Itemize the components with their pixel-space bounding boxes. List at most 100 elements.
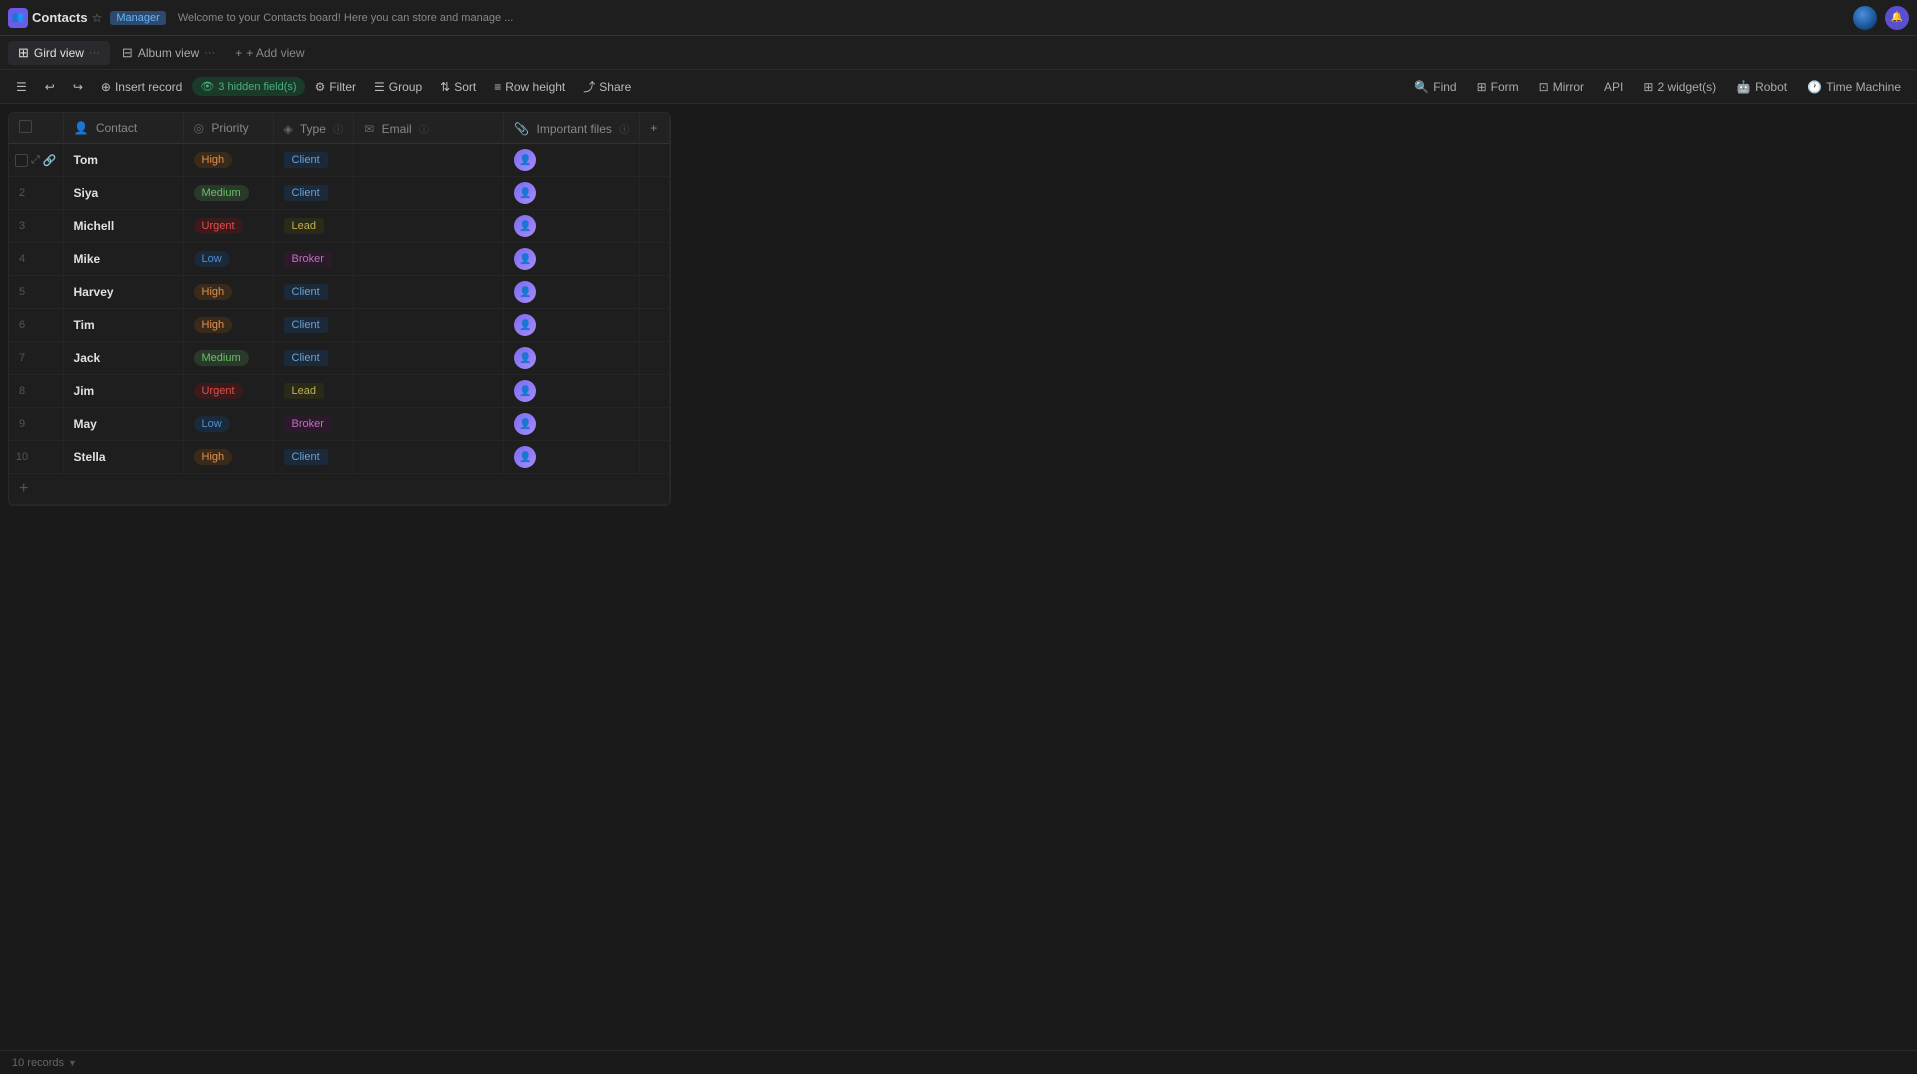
add-view-button[interactable]: + + Add view	[227, 42, 312, 64]
tab-grid-view[interactable]: ⊞ Gird view ···	[8, 41, 110, 65]
tab-album-view[interactable]: ⊟ Album view ···	[112, 41, 225, 65]
sort-button[interactable]: ⇅ Sort	[432, 77, 484, 97]
priority-cell[interactable]: Medium	[183, 342, 273, 375]
files-cell[interactable]: 👤	[504, 375, 640, 408]
files-cell[interactable]: 👤	[504, 309, 640, 342]
widgets-button[interactable]: ⊞ 2 widget(s)	[1635, 77, 1724, 97]
row-expand-icon[interactable]: ⤢	[31, 154, 40, 167]
files-cell[interactable]: 👤	[504, 276, 640, 309]
email-cell[interactable]	[354, 309, 504, 342]
contact-col-label: Contact	[96, 121, 137, 135]
row-height-button[interactable]: ≡ Row height	[486, 77, 573, 97]
type-cell[interactable]: Broker	[273, 408, 354, 441]
email-cell[interactable]	[354, 276, 504, 309]
contact-name-cell[interactable]: Mike	[63, 243, 183, 276]
priority-badge: High	[194, 317, 233, 333]
contact-name-cell[interactable]: Tom	[63, 144, 183, 177]
tab-grid-more[interactable]: ···	[89, 47, 100, 59]
row-checkbox[interactable]	[15, 154, 28, 167]
add-col-icon[interactable]: +	[650, 121, 657, 135]
priority-cell[interactable]: Medium	[183, 177, 273, 210]
priority-cell[interactable]: Low	[183, 408, 273, 441]
insert-record-button[interactable]: ⊕ Insert record	[93, 77, 190, 97]
priority-cell[interactable]: High	[183, 441, 273, 474]
header-type: ◈ Type ⓘ	[273, 113, 354, 144]
email-cell[interactable]	[354, 441, 504, 474]
file-avatar: 👤	[514, 215, 536, 237]
contact-name-cell[interactable]: Michell	[63, 210, 183, 243]
type-cell[interactable]: Client	[273, 144, 354, 177]
priority-cell[interactable]: Urgent	[183, 375, 273, 408]
type-cell[interactable]: Client	[273, 342, 354, 375]
email-cell[interactable]	[354, 408, 504, 441]
priority-cell[interactable]: High	[183, 309, 273, 342]
files-cell[interactable]: 👤	[504, 243, 640, 276]
mirror-button[interactable]: ⊡ Mirror	[1531, 77, 1592, 97]
robot-button[interactable]: 🤖 Robot	[1728, 77, 1795, 97]
email-cell[interactable]	[354, 177, 504, 210]
email-cell[interactable]	[354, 144, 504, 177]
table-row: 8 JimUrgentLead👤	[9, 375, 670, 408]
priority-col-label: Priority	[211, 121, 248, 135]
email-cell[interactable]	[354, 375, 504, 408]
contact-name-cell[interactable]: Jim	[63, 375, 183, 408]
files-cell[interactable]: 👤	[504, 342, 640, 375]
files-cell[interactable]: 👤	[504, 441, 640, 474]
contact-name-cell[interactable]: May	[63, 408, 183, 441]
contact-name-cell[interactable]: Siya	[63, 177, 183, 210]
email-cell[interactable]	[354, 210, 504, 243]
type-cell[interactable]: Client	[273, 276, 354, 309]
priority-cell[interactable]: High	[183, 276, 273, 309]
contact-name-cell[interactable]: Jack	[63, 342, 183, 375]
type-cell[interactable]: Client	[273, 309, 354, 342]
filter-button[interactable]: ⚙ Filter	[307, 77, 364, 97]
table-row: 2 Siya MediumClient 👤	[9, 177, 670, 210]
files-cell[interactable]: 👤	[504, 408, 640, 441]
type-cell[interactable]: Client	[273, 441, 354, 474]
files-cell[interactable]: 👤	[504, 210, 640, 243]
empty-col-cell	[640, 375, 670, 408]
add-record-button[interactable]: +	[9, 474, 670, 505]
priority-badge: High	[194, 152, 233, 168]
row-number: 5	[15, 286, 29, 298]
app-title: Contacts	[32, 10, 88, 25]
files-cell[interactable]: 👤	[504, 177, 640, 210]
contact-name-cell[interactable]: Tim	[63, 309, 183, 342]
redo-button[interactable]: ↪	[65, 77, 91, 97]
type-cell[interactable]: Broker	[273, 243, 354, 276]
undo-button[interactable]: ↩	[37, 77, 63, 97]
priority-cell[interactable]: Urgent	[183, 210, 273, 243]
group-button[interactable]: ☰ Group	[366, 77, 430, 97]
records-count[interactable]: 10 records ▼	[12, 1057, 77, 1069]
row-link-icon[interactable]: 🔗	[43, 154, 57, 167]
header-checkbox[interactable]	[19, 120, 32, 133]
type-badge: Broker	[284, 416, 332, 432]
contact-name: Siya	[74, 186, 99, 200]
user-avatar[interactable]: 🔔	[1885, 6, 1909, 30]
contact-name-cell[interactable]: Stella	[63, 441, 183, 474]
email-cell[interactable]	[354, 243, 504, 276]
globe-icon[interactable]	[1853, 6, 1877, 30]
type-cell[interactable]: Client	[273, 177, 354, 210]
clock-icon: 🕐	[1807, 80, 1822, 94]
time-machine-button[interactable]: 🕐 Time Machine	[1799, 77, 1909, 97]
nav-back-button[interactable]: ☰	[8, 77, 35, 97]
contact-name-cell[interactable]: Harvey	[63, 276, 183, 309]
form-button[interactable]: ⊞ Form	[1469, 77, 1527, 97]
email-cell[interactable]	[354, 342, 504, 375]
find-button[interactable]: 🔍 Find	[1406, 77, 1464, 97]
manager-badge: Manager	[110, 11, 165, 25]
priority-cell[interactable]: Low	[183, 243, 273, 276]
priority-cell[interactable]: High	[183, 144, 273, 177]
header-add-col[interactable]: +	[640, 113, 670, 144]
type-cell[interactable]: Lead	[273, 375, 354, 408]
files-cell[interactable]: 👤	[504, 144, 640, 177]
star-icon[interactable]: ☆	[92, 11, 103, 25]
api-button[interactable]: API	[1596, 77, 1631, 97]
hidden-fields-button[interactable]: 👁 3 hidden field(s)	[192, 77, 304, 96]
share-button[interactable]: ⤴ Share	[575, 75, 639, 98]
type-cell[interactable]: Lead	[273, 210, 354, 243]
tab-album-more[interactable]: ···	[204, 47, 215, 59]
add-record-row[interactable]: +	[9, 474, 670, 505]
row-number: 2	[15, 187, 29, 199]
